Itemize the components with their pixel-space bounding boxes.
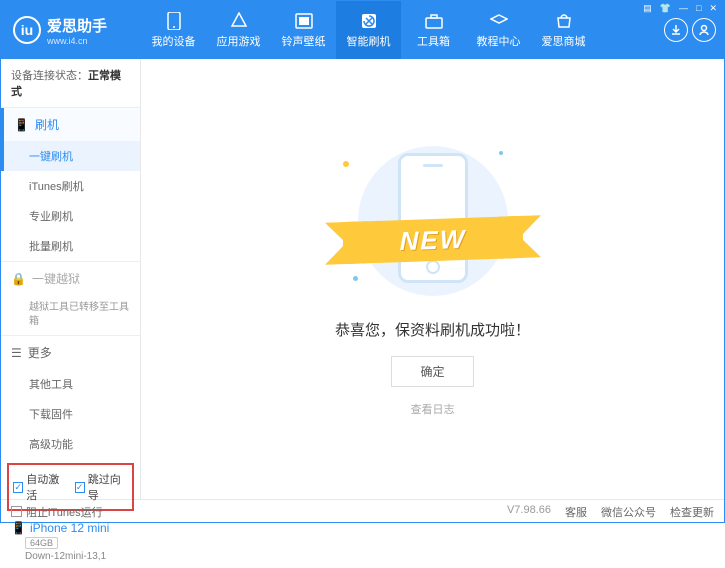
nav-ringtones[interactable]: 铃声壁纸: [271, 1, 336, 59]
window-controls: ▤ 👕 — □ ✕: [636, 1, 724, 16]
header: iu 爱思助手 www.i4.cn 我的设备 应用游戏 铃声壁纸 智能刷机 工具…: [1, 1, 724, 59]
user-button[interactable]: [692, 18, 716, 42]
sidebar-section-jailbreak: 🔒一键越狱: [1, 262, 140, 295]
success-message: 恭喜您，保资料刷机成功啦！: [335, 319, 530, 340]
view-log-link[interactable]: 查看日志: [411, 401, 455, 417]
close-icon[interactable]: ✕: [706, 3, 720, 14]
nav-apps[interactable]: 应用游戏: [206, 1, 271, 59]
ribbon-text: NEW: [399, 223, 466, 256]
nav-store[interactable]: 爱思商城: [531, 1, 596, 59]
footer: 阻止iTunes运行 V7.98.66 客服 微信公众号 检查更新: [1, 499, 724, 523]
lock-icon: 🔒: [11, 272, 26, 286]
nav-tutorials[interactable]: 教程中心: [466, 1, 531, 59]
sidebar-item-pro-flash[interactable]: 专业刷机: [1, 201, 140, 231]
check-icon: ✓: [13, 482, 23, 493]
sidebar-section-flash[interactable]: 📱刷机: [1, 108, 140, 141]
success-illustration: NEW: [333, 141, 533, 301]
menu-lines-icon: ☰: [11, 346, 22, 360]
menu-icon[interactable]: ▤: [640, 3, 655, 14]
device-model: Down-12mini-13,1: [11, 551, 130, 562]
main-nav: 我的设备 应用游戏 铃声壁纸 智能刷机 工具箱 教程中心 爱思商城: [141, 1, 656, 59]
maximize-icon[interactable]: □: [693, 3, 704, 14]
ok-button[interactable]: 确定: [391, 356, 473, 387]
store-icon: [555, 12, 573, 30]
sidebar-item-other-tools[interactable]: 其他工具: [1, 369, 140, 399]
checkbox-auto-activate[interactable]: ✓自动激活: [13, 471, 67, 503]
sidebar-item-advanced[interactable]: 高级功能: [1, 429, 140, 459]
minimize-icon[interactable]: —: [676, 3, 691, 14]
download-button[interactable]: [664, 18, 688, 42]
device-phone-icon: 📱: [11, 521, 26, 535]
version-label: V7.98.66: [507, 504, 551, 520]
nav-flash[interactable]: 智能刷机: [336, 1, 401, 59]
toolbox-icon: [425, 12, 443, 30]
sidebar: 设备连接状态：正常模式 📱刷机 一键刷机 iTunes刷机 专业刷机 批量刷机 …: [1, 59, 141, 499]
app-url: www.i4.cn: [47, 36, 107, 46]
phone-small-icon: 📱: [14, 118, 29, 132]
app-name: 爱思助手: [47, 15, 107, 36]
footer-support[interactable]: 客服: [565, 504, 587, 520]
flash-icon: [360, 12, 378, 30]
sidebar-item-itunes-flash[interactable]: iTunes刷机: [1, 171, 140, 201]
apps-icon: [230, 12, 248, 30]
wallpaper-icon: [295, 12, 313, 30]
nav-my-device[interactable]: 我的设备: [141, 1, 206, 59]
main-content: NEW 恭喜您，保资料刷机成功啦！ 确定 查看日志: [141, 59, 724, 499]
footer-wechat[interactable]: 微信公众号: [601, 504, 656, 520]
logo[interactable]: iu 爱思助手 www.i4.cn: [1, 15, 141, 46]
sidebar-item-batch-flash[interactable]: 批量刷机: [1, 231, 140, 261]
sidebar-item-download-firmware[interactable]: 下载固件: [1, 399, 140, 429]
check-icon: ✓: [75, 482, 85, 493]
block-itunes-label: 阻止iTunes运行: [26, 504, 103, 520]
phone-icon: [165, 12, 183, 30]
footer-check-update[interactable]: 检查更新: [670, 504, 714, 520]
connection-status: 设备连接状态：正常模式: [1, 59, 140, 107]
tutorial-icon: [490, 12, 508, 30]
checkbox-skip-guide[interactable]: ✓跳过向导: [75, 471, 129, 503]
skin-icon[interactable]: 👕: [657, 3, 674, 14]
device-capacity: 64GB: [25, 537, 58, 549]
logo-icon: iu: [13, 16, 41, 44]
jailbreak-note: 越狱工具已转移至工具箱: [1, 295, 140, 335]
nav-toolbox[interactable]: 工具箱: [401, 1, 466, 59]
checkbox-block-itunes[interactable]: [11, 506, 22, 517]
sidebar-section-more[interactable]: ☰更多: [1, 336, 140, 369]
sidebar-item-oneclick-flash[interactable]: 一键刷机: [1, 141, 140, 171]
